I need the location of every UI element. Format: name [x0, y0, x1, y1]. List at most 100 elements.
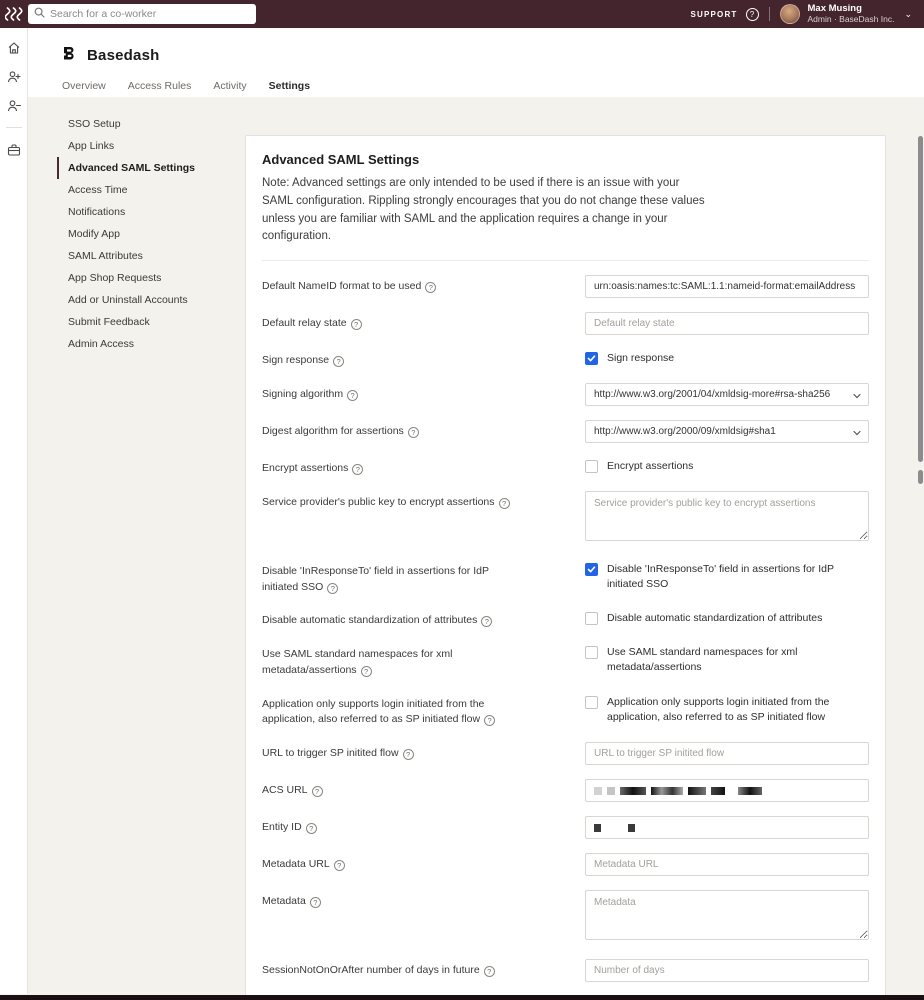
rail-divider [6, 127, 22, 128]
field-row-digest-algorithm: Digest algorithm for assertions? http://… [262, 420, 869, 443]
field-label: Sign response [262, 354, 329, 366]
sp-initiated-only-checkbox[interactable]: Application only supports login initiate… [585, 693, 869, 725]
settings-nav: SSO Setup App Links Advanced SAML Settin… [57, 109, 219, 994]
field-row-session-days: SessionNotOnOrAfter number of days in fu… [262, 959, 869, 982]
nav-item-advanced-saml-settings[interactable]: Advanced SAML Settings [57, 157, 219, 179]
field-row-metadata-url: Metadata URL? [262, 853, 869, 876]
briefcase-icon[interactable] [6, 142, 21, 157]
add-person-icon[interactable] [6, 69, 21, 84]
entity-id-input[interactable] [585, 816, 869, 839]
bottom-strip [0, 995, 924, 1000]
disable-standardization-checkbox[interactable]: Disable automatic standardization of att… [585, 609, 869, 626]
field-row-metadata: Metadata? [262, 890, 869, 945]
field-row-sp-public-key: Service provider's public key to encrypt… [262, 491, 869, 546]
field-label: Metadata URL [262, 858, 330, 870]
chevron-down-icon[interactable]: ⌄ [904, 9, 912, 20]
field-row-default-relay-state: Default relay state? [262, 312, 869, 335]
field-label: Metadata [262, 895, 306, 907]
encrypt-assertions-checkbox[interactable]: Encrypt assertions [585, 457, 869, 474]
checkbox-unchecked-icon[interactable] [585, 646, 598, 659]
support-link[interactable]: SUPPORT [690, 10, 737, 19]
search-input[interactable] [50, 8, 250, 20]
user-name: Max Musing [808, 4, 895, 15]
help-circle-icon[interactable]: ? [746, 8, 759, 21]
checkbox-checked-icon[interactable] [585, 563, 598, 576]
field-label: Signing algorithm [262, 388, 343, 400]
nav-item-submit-feedback[interactable]: Submit Feedback [57, 311, 219, 333]
nav-item-saml-attributes[interactable]: SAML Attributes [57, 245, 219, 267]
field-label: Entity ID [262, 821, 302, 833]
nav-item-sso-setup[interactable]: SSO Setup [57, 113, 219, 135]
help-icon[interactable]: ? [499, 498, 510, 509]
field-label: Application only supports login initiate… [262, 698, 484, 726]
sign-response-checkbox[interactable]: Sign response [585, 349, 869, 366]
help-icon[interactable]: ? [361, 666, 372, 677]
session-days-input[interactable] [585, 959, 869, 982]
help-icon[interactable]: ? [347, 390, 358, 401]
remove-person-icon[interactable] [6, 98, 21, 113]
divider [262, 260, 869, 261]
default-relay-state-input[interactable] [585, 312, 869, 335]
card-title: Advanced SAML Settings [262, 152, 869, 167]
help-icon[interactable]: ? [425, 282, 436, 293]
signing-algorithm-select[interactable]: http://www.w3.org/2001/04/xmldsig-more#r… [585, 383, 869, 406]
help-icon[interactable]: ? [484, 966, 495, 977]
checkbox-unchecked-icon[interactable] [585, 460, 598, 473]
rippling-logo-icon[interactable] [0, 7, 28, 21]
checkbox-label: Application only supports login initiate… [607, 695, 869, 725]
basedash-logo-icon [62, 46, 76, 65]
nav-item-admin-access[interactable]: Admin Access [57, 333, 219, 355]
help-icon[interactable]: ? [351, 319, 362, 330]
nav-item-notifications[interactable]: Notifications [57, 201, 219, 223]
field-row-disable-standardization: Disable automatic standardization of att… [262, 609, 869, 629]
scrollbar-thumb[interactable] [918, 136, 923, 462]
saml-namespaces-checkbox[interactable]: Use SAML standard namespaces for xml met… [585, 643, 869, 675]
help-icon[interactable]: ? [484, 715, 495, 726]
home-icon[interactable] [6, 40, 21, 55]
metadata-url-input[interactable] [585, 853, 869, 876]
checkbox-label: Disable 'InResponseTo' field in assertio… [607, 562, 869, 592]
field-label: Service provider's public key to encrypt… [262, 496, 495, 508]
sp-flow-url-input[interactable] [585, 742, 869, 765]
checkbox-unchecked-icon[interactable] [585, 612, 598, 625]
field-row-entity-id: Entity ID? [262, 816, 869, 839]
page-body: SSO Setup App Links Advanced SAML Settin… [28, 97, 924, 994]
help-icon[interactable]: ? [310, 897, 321, 908]
scrollbar-thumb-secondary[interactable] [918, 470, 923, 484]
nav-item-modify-app[interactable]: Modify App [57, 223, 219, 245]
advanced-saml-settings-card: Advanced SAML Settings Note: Advanced se… [245, 135, 886, 1000]
field-row-signing-algorithm: Signing algorithm? http://www.w3.org/200… [262, 383, 869, 406]
nav-item-add-or-uninstall-accounts[interactable]: Add or Uninstall Accounts [57, 289, 219, 311]
coworker-search[interactable] [28, 4, 256, 24]
nav-item-access-time[interactable]: Access Time [57, 179, 219, 201]
help-icon[interactable]: ? [306, 823, 317, 834]
user-avatar[interactable] [780, 4, 800, 24]
acs-url-input[interactable] [585, 779, 869, 802]
field-row-disable-inresponseto: Disable 'InResponseTo' field in assertio… [262, 560, 869, 596]
chevron-down-icon [853, 428, 861, 439]
checkbox-checked-icon[interactable] [585, 352, 598, 365]
field-label: Disable 'InResponseTo' field in assertio… [262, 565, 489, 593]
user-menu[interactable]: Max Musing Admin · BaseDash Inc. [808, 4, 895, 25]
help-icon[interactable]: ? [403, 749, 414, 760]
search-icon [34, 5, 45, 23]
checkbox-unchecked-icon[interactable] [585, 696, 598, 709]
nav-item-app-links[interactable]: App Links [57, 135, 219, 157]
field-row-sign-response: Sign response? Sign response [262, 349, 869, 369]
help-icon[interactable]: ? [327, 583, 338, 594]
help-icon[interactable]: ? [352, 464, 363, 475]
digest-algorithm-select[interactable]: http://www.w3.org/2000/09/xmldsig#sha1 [585, 420, 869, 443]
page-title: Basedash [87, 47, 159, 64]
field-row-default-nameid: Default NameID format to be used? [262, 275, 869, 298]
help-icon[interactable]: ? [334, 860, 345, 871]
sp-public-key-textarea[interactable] [585, 491, 869, 541]
help-icon[interactable]: ? [408, 427, 419, 438]
help-icon[interactable]: ? [333, 356, 344, 367]
nav-item-app-shop-requests[interactable]: App Shop Requests [57, 267, 219, 289]
metadata-textarea[interactable] [585, 890, 869, 940]
help-icon[interactable]: ? [481, 616, 492, 627]
default-nameid-input[interactable] [585, 275, 869, 298]
help-icon[interactable]: ? [312, 786, 323, 797]
disable-inresponseto-checkbox[interactable]: Disable 'InResponseTo' field in assertio… [585, 560, 869, 592]
field-row-saml-namespaces: Use SAML standard namespaces for xml met… [262, 643, 869, 679]
